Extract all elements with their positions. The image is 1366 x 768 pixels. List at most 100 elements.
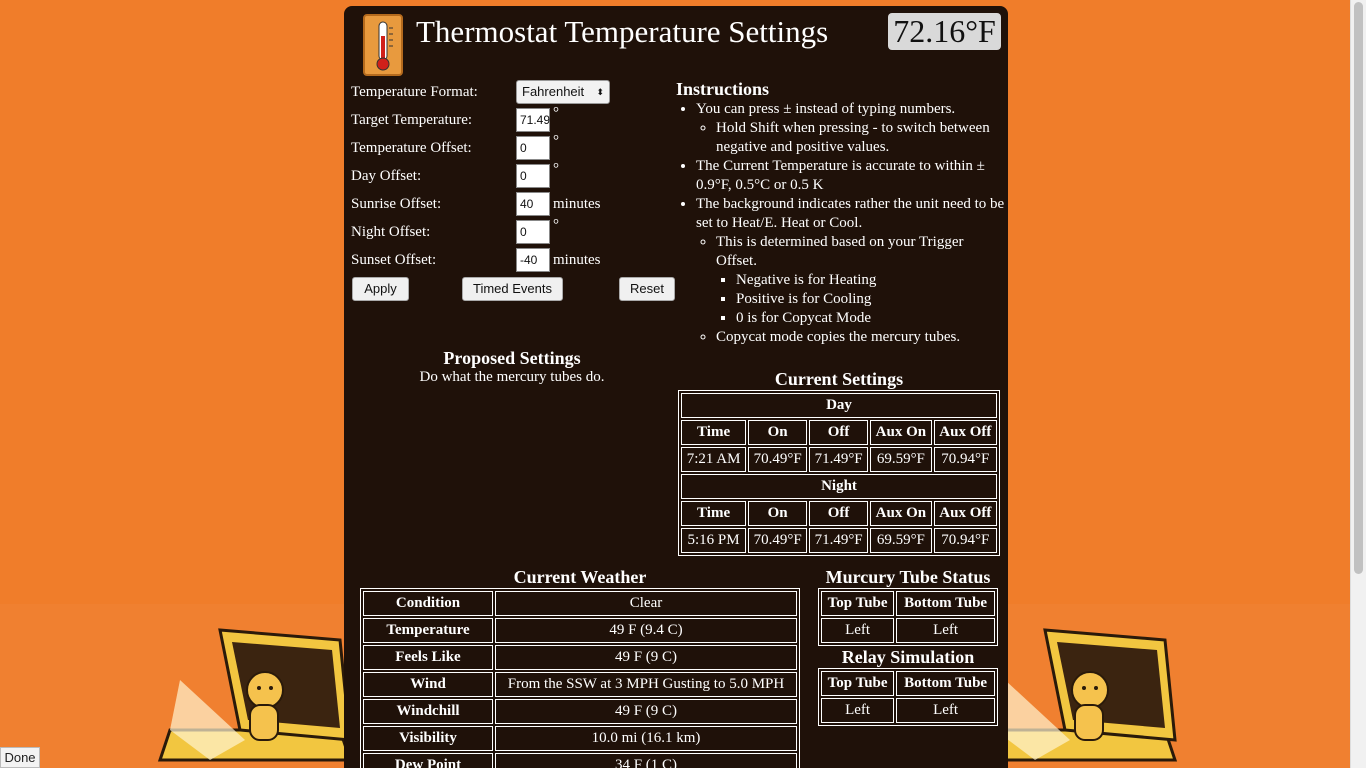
current-temperature-display: 72.16°F	[888, 13, 1001, 50]
proposed-title: Proposed Settings	[443, 348, 581, 368]
day-offset-row: Day Offset: 0 °	[351, 161, 559, 188]
current-settings-table: Day Time On Off Aux On Aux Off 7:21 AM 7…	[678, 390, 1000, 556]
instruction-subitem: Copycat mode copies the mercury tubes.	[716, 328, 1006, 347]
reset-button[interactable]: Reset	[619, 277, 675, 301]
instruction-item: The Current Temperature is accurate to w…	[696, 157, 1006, 195]
format-row: Temperature Format: Fahrenheit ⬍	[351, 80, 610, 104]
instruction-item: You can press ± instead of typing number…	[696, 100, 1006, 157]
chevron-down-icon: ⬍	[596, 87, 604, 97]
sunset-offset-input[interactable]: -40	[516, 248, 550, 272]
table-cell: 69.59°F	[870, 528, 932, 553]
column-header: Bottom Tube	[896, 671, 995, 696]
thermometer-icon	[363, 14, 403, 76]
table-row: Wind From the SSW at 3 MPH Gusting to 5.0…	[363, 672, 797, 697]
apply-button[interactable]: Apply	[352, 277, 409, 301]
night-offset-label: Night Offset:	[351, 223, 431, 240]
column-header: Aux Off	[933, 501, 997, 526]
table-cell: Left	[821, 618, 895, 643]
relay-simulation-title: Relay Simulation	[841, 647, 975, 667]
table-row: Left Left	[821, 698, 995, 723]
table-cell: Left	[896, 618, 995, 643]
day-header: Day	[681, 393, 997, 418]
weather-label: Wind	[363, 672, 493, 697]
table-row: Top Tube Bottom Tube	[821, 671, 995, 696]
sunset-row: Sunset Offset: -40 minutes	[351, 248, 601, 272]
table-row: Temperature 49 F (9.4 C)	[363, 618, 797, 643]
column-header: Time	[681, 501, 747, 526]
table-row: Time On Off Aux On Aux Off	[681, 501, 997, 526]
night-offset-input[interactable]: 0	[516, 220, 550, 244]
table-cell: 70.49°F	[748, 528, 808, 553]
night-offset-unit: °	[553, 217, 559, 233]
sunset-label: Sunset Offset:	[351, 251, 437, 268]
current-settings-title: Current Settings	[774, 369, 904, 389]
table-cell: 7:21 AM	[681, 447, 747, 472]
weather-label: Dew Point	[363, 753, 493, 768]
page-title: Thermostat Temperature Settings	[416, 14, 829, 49]
sunrise-unit: minutes	[553, 195, 601, 212]
sunrise-row: Sunrise Offset: 40 minutes	[351, 192, 601, 216]
target-temperature-input[interactable]: 71.49	[516, 108, 550, 132]
sunset-unit: minutes	[553, 251, 601, 268]
column-header: Time	[681, 420, 747, 445]
table-cell: 71.49°F	[809, 447, 869, 472]
instructions-section: Instructions You can press ± instead of …	[676, 80, 1006, 347]
day-offset-unit: °	[553, 161, 559, 177]
table-row: Windchill 49 F (9 C)	[363, 699, 797, 724]
temp-offset-label: Temperature Offset:	[351, 139, 472, 156]
table-row: Top Tube Bottom Tube	[821, 591, 995, 616]
night-header: Night	[681, 474, 997, 499]
table-cell: 5:16 PM	[681, 528, 747, 553]
format-select[interactable]: Fahrenheit ⬍	[516, 80, 610, 104]
column-header: On	[748, 420, 808, 445]
column-header: Bottom Tube	[896, 591, 995, 616]
instruction-item: The background indicates rather the unit…	[696, 195, 1006, 347]
table-cell: Left	[896, 698, 995, 723]
table-cell: 70.94°F	[933, 447, 997, 472]
table-row: Condition Clear	[363, 591, 797, 616]
instruction-subsubitem: Positive is for Cooling	[736, 290, 1006, 309]
day-offset-input[interactable]: 0	[516, 164, 550, 188]
tube-status-table: Top Tube Bottom Tube Left Left	[818, 588, 998, 646]
temperature-offset-input[interactable]: 0	[516, 136, 550, 160]
weather-value: 49 F (9 C)	[495, 699, 797, 724]
temp-offset-unit: °	[553, 133, 559, 149]
table-row: Left Left	[821, 618, 995, 643]
sunrise-offset-input[interactable]: 40	[516, 192, 550, 216]
table-cell: Left	[821, 698, 895, 723]
instruction-subitem: Hold Shift when pressing - to switch bet…	[716, 119, 1006, 157]
weather-value: 49 F (9.4 C)	[495, 618, 797, 643]
format-label: Temperature Format:	[351, 83, 478, 100]
table-cell: 70.49°F	[748, 447, 808, 472]
column-header: Top Tube	[821, 591, 895, 616]
instructions-title: Instructions	[676, 79, 770, 99]
timed-events-button[interactable]: Timed Events	[462, 277, 563, 301]
column-header: Aux On	[870, 420, 932, 445]
table-row: Dew Point 34 F (1 C)	[363, 753, 797, 768]
target-row: Target Temperature: 71.49 °	[351, 105, 559, 132]
weather-label: Visibility	[363, 726, 493, 751]
table-cell: 70.94°F	[933, 528, 997, 553]
target-unit: °	[553, 105, 559, 121]
page-scrollbar[interactable]	[1350, 0, 1366, 768]
column-header: Top Tube	[821, 671, 895, 696]
column-header: Aux Off	[933, 420, 997, 445]
column-header: On	[748, 501, 808, 526]
weather-value: Clear	[495, 591, 797, 616]
weather-label: Condition	[363, 591, 493, 616]
weather-value: From the SSW at 3 MPH Gusting to 5.0 MPH	[495, 672, 797, 697]
table-row: Feels Like 49 F (9 C)	[363, 645, 797, 670]
table-cell: 71.49°F	[809, 528, 869, 553]
table-row: Visibility 10.0 mi (16.1 km)	[363, 726, 797, 751]
weather-value: 10.0 mi (16.1 km)	[495, 726, 797, 751]
scrollbar-thumb[interactable]	[1354, 2, 1363, 574]
relay-simulation-table: Top Tube Bottom Tube Left Left	[818, 668, 998, 726]
table-row: Time On Off Aux On Aux Off	[681, 420, 997, 445]
weather-value: 49 F (9 C)	[495, 645, 797, 670]
target-label: Target Temperature:	[351, 111, 473, 128]
temp-offset-row: Temperature Offset: 0 °	[351, 133, 559, 160]
table-cell: 69.59°F	[870, 447, 932, 472]
weather-label: Temperature	[363, 618, 493, 643]
instruction-subsubitem: 0 is for Copycat Mode	[736, 309, 1006, 328]
status-bar-done: Done	[0, 747, 40, 768]
